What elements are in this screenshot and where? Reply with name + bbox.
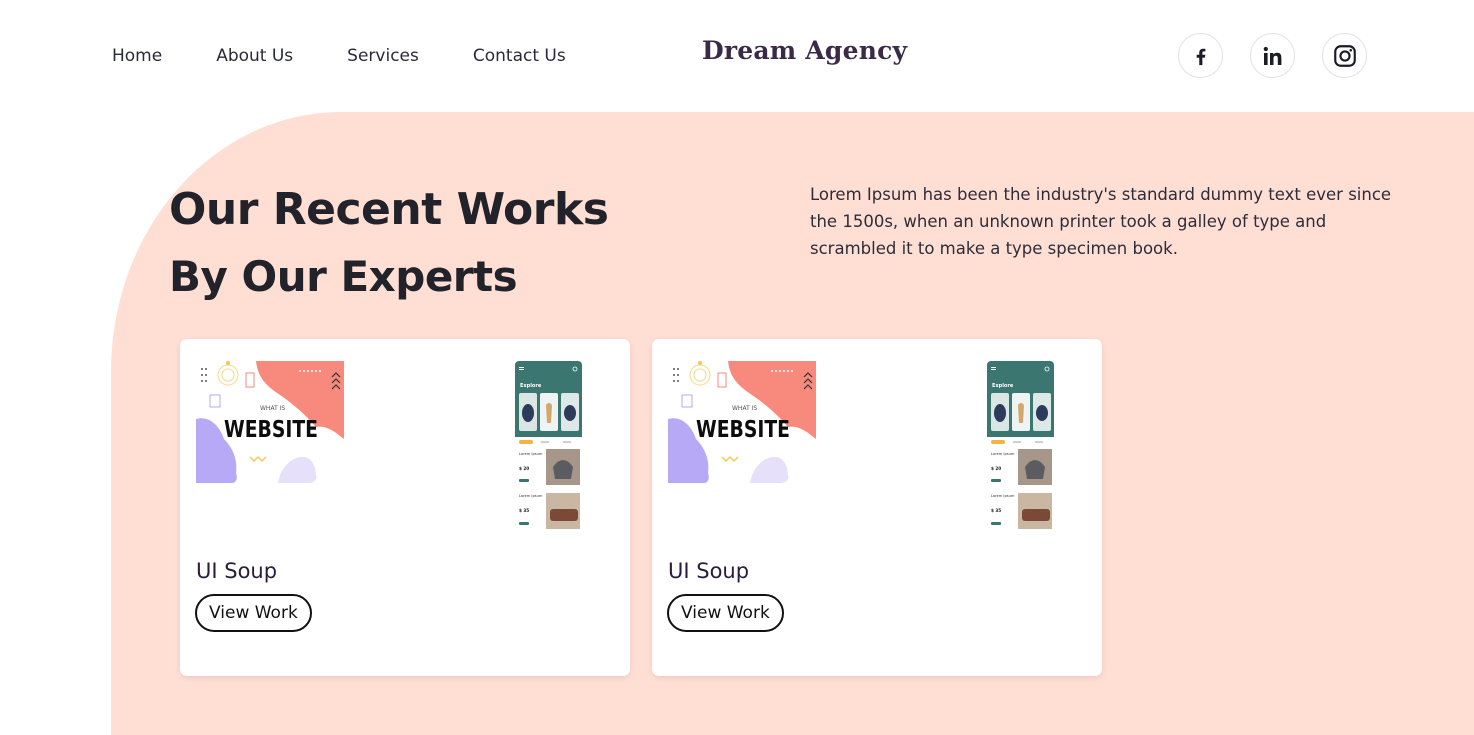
website-illustration-thumbnail: WHAT IS WEBSITE	[668, 361, 816, 483]
card-title: UI Soup	[196, 559, 278, 583]
view-work-button[interactable]: View Work	[667, 594, 784, 632]
thumb-item-price: $ 20	[991, 466, 1001, 471]
thumb-item-price: $ 20	[519, 466, 529, 471]
thumb-small-caption: WHAT IS	[260, 405, 285, 412]
work-card: WHAT IS WEBSITE Explore Lorem Ipsum $ 20…	[180, 339, 630, 676]
thumb-big-caption: WEBSITE	[696, 417, 790, 443]
brand-logo[interactable]: Dream Agency	[702, 36, 907, 65]
section-subtitle: By Our Experts	[169, 252, 519, 301]
main-nav: Home About Us Services Contact Us	[112, 46, 620, 66]
thumb-item-name: Lorem Ipsum	[519, 494, 543, 498]
mobile-app-thumbnail: Explore Lorem Ipsum $ 20 Lorem Ipsum $ 3…	[987, 361, 1054, 539]
thumb-item-name: Lorem Ipsum	[519, 452, 543, 456]
nav-services-link[interactable]: Services	[347, 46, 419, 66]
section-title: Our Recent Works	[169, 184, 609, 235]
website-illustration-thumbnail: WHAT IS WEBSITE	[196, 361, 344, 483]
linkedin-icon[interactable]	[1250, 33, 1295, 78]
thumb-app-header: Explore	[992, 383, 1014, 389]
thumb-item-price: $ 35	[991, 508, 1001, 513]
subtitle-highlight: Experts	[338, 252, 519, 301]
mobile-app-thumbnail: Explore Lorem Ipsum $ 20 Lorem Ipsum $ 3…	[515, 361, 582, 539]
thumb-item-price: $ 35	[519, 508, 529, 513]
section-description: Lorem Ipsum has been the industry's stan…	[810, 185, 1392, 258]
work-card: WHAT IS WEBSITE Explore Lorem Ipsum $ 20…	[652, 339, 1102, 676]
thumb-small-caption: WHAT IS	[732, 405, 757, 412]
instagram-icon[interactable]	[1322, 33, 1367, 78]
nav-home-link[interactable]: Home	[112, 46, 162, 66]
thumb-item-name: Lorem Ipsum	[991, 452, 1015, 456]
social-links	[1178, 33, 1394, 78]
subtitle-highlight-text: Experts	[340, 252, 518, 301]
nav-about-link[interactable]: About Us	[216, 46, 293, 66]
nav-contact-link[interactable]: Contact Us	[473, 46, 566, 66]
view-work-button[interactable]: View Work	[195, 594, 312, 632]
subtitle-prefix: By Our	[169, 252, 327, 301]
thumb-big-caption: WEBSITE	[224, 417, 318, 443]
thumb-app-header: Explore	[520, 383, 542, 389]
facebook-icon[interactable]	[1178, 33, 1223, 78]
thumb-item-name: Lorem Ipsum	[991, 494, 1015, 498]
card-title: UI Soup	[668, 559, 750, 583]
